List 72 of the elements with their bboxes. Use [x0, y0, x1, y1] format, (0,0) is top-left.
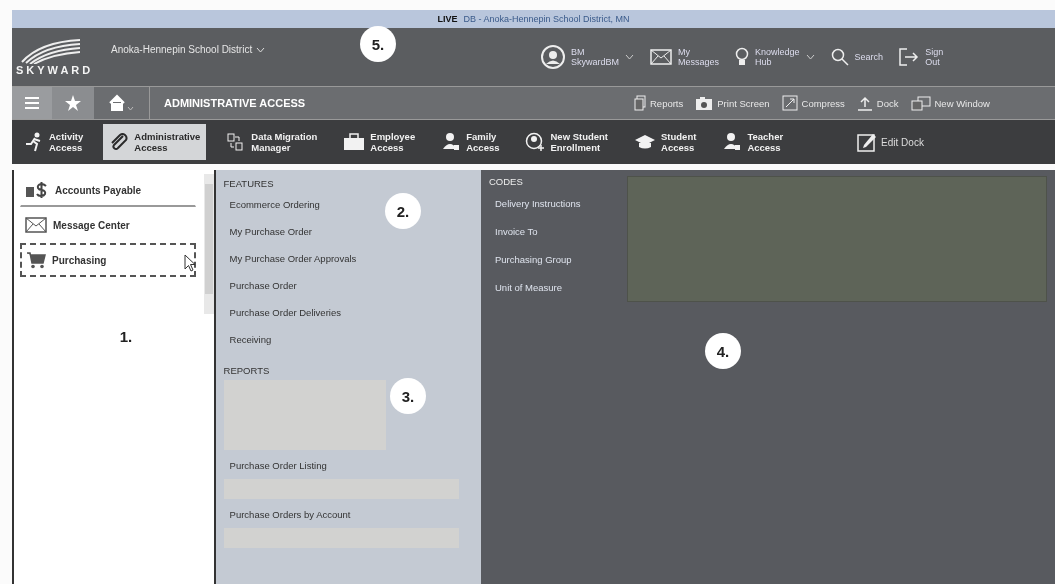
- logo-swoosh-icon: [20, 38, 82, 64]
- toolbar-link[interactable]: Compress: [801, 97, 845, 109]
- code-link[interactable]: Delivery Instructions: [489, 195, 599, 212]
- chevron-down-icon[interactable]: [256, 46, 266, 53]
- code-link[interactable]: Unit of Measure: [489, 279, 599, 296]
- scrollbar[interactable]: [203, 174, 214, 314]
- logo-text: SKYWARD: [16, 64, 95, 76]
- favorites-button[interactable]: [52, 87, 94, 119]
- header-link[interactable]: Knowledge Hub: [755, 47, 800, 67]
- dock-item[interactable]: Employee Access: [337, 124, 422, 160]
- home-icon: [108, 94, 135, 112]
- section-heading: REPORTS: [223, 365, 270, 376]
- upload-icon[interactable]: [856, 95, 873, 111]
- feature-link[interactable]: Ecommerce Ordering: [223, 195, 326, 214]
- envelope-icon[interactable]: [650, 49, 672, 65]
- chevron-down-icon[interactable]: [805, 54, 815, 60]
- header-link[interactable]: My Messages: [678, 47, 720, 67]
- money-icon: [25, 181, 49, 199]
- person-icon: [722, 132, 743, 152]
- add-person-icon: [525, 132, 546, 152]
- person-icon: [441, 132, 462, 152]
- feature-link[interactable]: My Purchase Order Approvals: [223, 249, 363, 268]
- dock-item[interactable]: Activity Access: [18, 124, 90, 160]
- sign-out-icon[interactable]: [899, 48, 920, 66]
- page-title: ADMINISTRATIVE ACCESS: [164, 97, 307, 109]
- user-avatar-icon[interactable]: [541, 45, 565, 69]
- feature-link[interactable]: Purchase Order: [223, 276, 303, 295]
- search-icon[interactable]: [830, 48, 849, 66]
- feature-link[interactable]: My Purchase Order: [223, 222, 318, 241]
- edit-dock-button[interactable]: Edit Dock: [851, 131, 930, 153]
- dock-item[interactable]: Administrative Access: [103, 124, 207, 160]
- chevron-down-icon[interactable]: [625, 54, 634, 60]
- lightbulb-icon[interactable]: [735, 47, 750, 67]
- menu-icon: [25, 97, 39, 109]
- section-heading: CODES: [489, 176, 524, 187]
- dock-item[interactable]: New Student Enrollment: [519, 124, 614, 160]
- district-name[interactable]: Anoka-Hennepin School District: [111, 44, 253, 55]
- feature-link[interactable]: Purchase Order Deliveries: [223, 303, 347, 322]
- edit-icon: [857, 132, 878, 152]
- toolbar-link[interactable]: Dock: [876, 97, 899, 109]
- header-link[interactable]: Sign Out: [925, 47, 944, 67]
- envelope-icon: [25, 217, 47, 233]
- section-heading: FEATURES: [223, 178, 274, 189]
- environment-label: LIVE: [437, 14, 458, 24]
- cart-icon: [26, 251, 46, 269]
- menu-button[interactable]: [12, 87, 52, 119]
- graduation-cap-icon: [634, 134, 656, 150]
- new-window-icon[interactable]: [910, 95, 931, 111]
- feature-link[interactable]: Receiving: [223, 330, 278, 349]
- briefcase-icon: [343, 133, 366, 151]
- sidebar-item[interactable]: Accounts Payable: [20, 174, 196, 207]
- environment-name: DB - Anoka-Hennepin School District, MN: [463, 14, 630, 24]
- star-icon: [65, 95, 81, 111]
- dock-item[interactable]: Family Access: [435, 124, 506, 160]
- report-link[interactable]: Purchase Order Listing: [223, 456, 333, 475]
- camera-icon[interactable]: [695, 95, 714, 111]
- compress-icon[interactable]: [781, 95, 798, 111]
- code-link[interactable]: Invoice To: [489, 223, 599, 240]
- dock-item[interactable]: Data Migration Manager: [220, 124, 324, 160]
- toolbar-link[interactable]: Reports: [650, 97, 684, 109]
- toolbar-link[interactable]: New Window: [934, 97, 990, 109]
- document-icon[interactable]: [634, 95, 646, 111]
- paperclip-icon: [109, 132, 130, 152]
- dock-item[interactable]: Student Access: [628, 124, 703, 160]
- header-link[interactable]: BM SkywardBM: [571, 47, 619, 67]
- toolbar-link[interactable]: Print Screen: [717, 97, 770, 109]
- mouse-pointer-icon: [184, 254, 196, 272]
- code-link[interactable]: Purchasing Group: [489, 251, 599, 268]
- header-link[interactable]: Search: [854, 52, 884, 62]
- dock-item[interactable]: Teacher Access: [716, 124, 790, 160]
- sidebar-item[interactable]: Message Center: [20, 210, 196, 240]
- report-link[interactable]: Purchase Orders by Account: [223, 505, 357, 524]
